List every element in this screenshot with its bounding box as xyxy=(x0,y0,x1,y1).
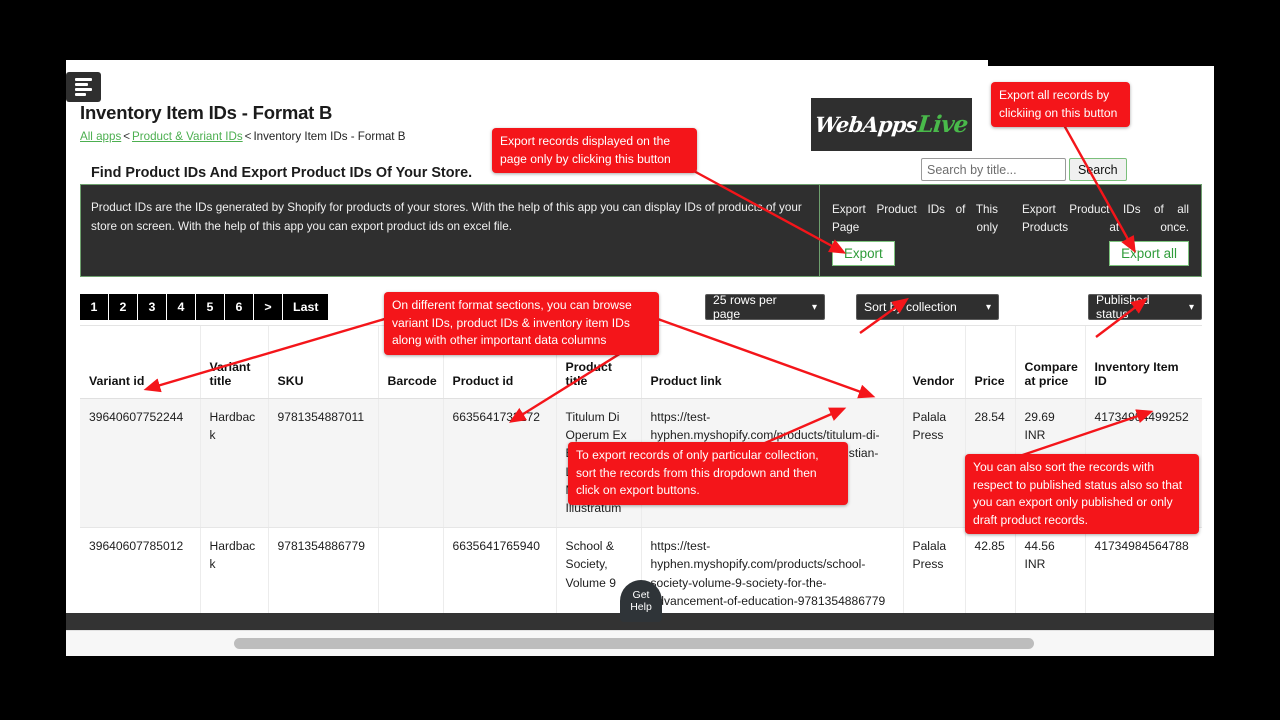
letterbox-top xyxy=(0,0,1280,60)
breadcrumb-separator-2: < xyxy=(244,130,252,143)
cell-variant-title: Hardback xyxy=(200,527,269,621)
webappslive-logo: WebAppsLive xyxy=(811,98,972,151)
get-help-line2: Help xyxy=(630,601,652,613)
breadcrumb-all-apps[interactable]: All apps xyxy=(80,130,121,143)
column-header-product-link[interactable]: Product link xyxy=(641,326,904,399)
scrollbar-thumb[interactable] xyxy=(234,638,1034,649)
letterbox-left xyxy=(0,0,66,720)
annotation-export-page: Export records displayed on the page onl… xyxy=(492,128,697,174)
cell-sku: 9781354886779 xyxy=(268,527,379,621)
rows-per-page-value: 25 rows per page xyxy=(713,293,777,321)
horizontal-scrollbar[interactable] xyxy=(66,630,1214,656)
chevron-down-icon: ▾ xyxy=(811,301,817,313)
column-header-price[interactable]: Price xyxy=(965,326,1016,399)
logo-primary: WebApps xyxy=(813,112,919,137)
cell-variant-id: 39640607752244 xyxy=(80,398,201,528)
page-next-button[interactable]: > xyxy=(254,294,282,320)
hamburger-menu-icon[interactable] xyxy=(66,72,101,102)
annotation-collection: To export records of only particular col… xyxy=(568,442,848,505)
published-status-select[interactable]: Published status ▾ xyxy=(1088,293,1202,321)
export-all-column: Export Product IDs of all Products at on… xyxy=(1010,185,1201,276)
column-header-inventory-item-id[interactable]: Inventory Item ID xyxy=(1085,326,1202,399)
page-button-3[interactable]: 3 xyxy=(138,294,166,320)
column-header-sku[interactable]: SKU xyxy=(268,326,379,399)
cell-price: 42.85 xyxy=(965,527,1016,621)
banner-description: Product IDs are the IDs generated by Sho… xyxy=(91,201,802,233)
search-button[interactable]: Search xyxy=(1069,158,1127,181)
breadcrumb: All apps < Product & Variant IDs < Inventory… xyxy=(80,130,405,143)
cell-barcode xyxy=(378,398,444,528)
logo-accent: Live xyxy=(916,111,970,138)
sort-by-collection-select[interactable]: Sort by collection ▾ xyxy=(856,294,999,320)
cell-product-link[interactable]: https://test-hyphen.myshopify.com/produc… xyxy=(641,527,904,621)
page-button-1[interactable]: 1 xyxy=(80,294,108,320)
breadcrumb-current: Inventory Item IDs - Format B xyxy=(253,130,406,143)
rows-per-page-select[interactable]: 25 rows per page ▾ xyxy=(705,293,825,321)
chevron-down-icon: ▾ xyxy=(985,301,991,313)
page-subheading: Find Product IDs And Export Product IDs … xyxy=(91,165,473,181)
export-button[interactable]: Export xyxy=(832,241,895,266)
page-button-4[interactable]: 4 xyxy=(167,294,195,320)
cell-product-id: 6635641733172 xyxy=(443,398,557,528)
window-corner-mask xyxy=(988,60,1214,66)
cell-variant-id: 39640607785012 xyxy=(80,527,201,621)
cell-variant-title: Hardback xyxy=(200,398,269,528)
info-banner: Product IDs are the IDs generated by Sho… xyxy=(80,184,1202,277)
letterbox-right xyxy=(1214,0,1280,720)
export-all-caption: Export Product IDs of all Products at on… xyxy=(1022,203,1189,234)
get-help-line1: Get xyxy=(632,588,650,601)
search-area: Search xyxy=(921,158,1127,181)
published-status-value: Published status xyxy=(1096,293,1150,321)
column-header-variant-title[interactable]: Variant title xyxy=(200,326,269,399)
search-input[interactable] xyxy=(921,158,1066,181)
export-page-caption: Export Product IDs of This Page only xyxy=(832,203,998,234)
cell-product-id: 6635641765940 xyxy=(443,527,557,621)
column-header-vendor[interactable]: Vendor xyxy=(903,326,966,399)
banner-export-area: Export Product IDs of This Page only Exp… xyxy=(820,185,1201,276)
annotation-published: You can also sort the records with respe… xyxy=(965,454,1199,535)
hamburger-bars xyxy=(75,75,92,98)
annotation-formats: On different format sections, you can br… xyxy=(384,292,659,355)
page-button-2[interactable]: 2 xyxy=(109,294,137,320)
cell-compare-at-price: 44.56 INR xyxy=(1015,527,1086,621)
column-header-variant-id[interactable]: Variant id xyxy=(80,326,201,399)
cell-vendor: Palala Press xyxy=(903,527,966,621)
cell-inventory-item-id: 41734984564788 xyxy=(1085,527,1202,621)
annotation-export-all: Export all records by clickiing on this … xyxy=(991,82,1130,128)
page-button-6[interactable]: 6 xyxy=(225,294,253,320)
breadcrumb-separator-1: < xyxy=(123,130,131,143)
export-all-button[interactable]: Export all xyxy=(1109,241,1189,266)
page-last-button[interactable]: Last xyxy=(283,294,329,320)
letterbox-bottom xyxy=(0,656,1280,720)
sort-by-value: Sort by collection xyxy=(864,300,957,314)
cell-vendor: Palala Press xyxy=(903,398,966,528)
logo-text: WebAppsLive xyxy=(814,111,969,138)
cell-barcode xyxy=(378,527,444,621)
page-button-5[interactable]: 5 xyxy=(196,294,224,320)
banner-description-area: Product IDs are the IDs generated by Sho… xyxy=(81,185,819,276)
page-title: Inventory Item IDs - Format B xyxy=(80,102,333,123)
breadcrumb-parent[interactable]: Product & Variant IDs xyxy=(132,130,243,143)
get-help-button[interactable]: Get Help xyxy=(620,580,662,622)
pagination: 1 2 3 4 5 6 > Last xyxy=(80,294,329,320)
export-page-column: Export Product IDs of This Page only Exp… xyxy=(820,185,1010,276)
cell-sku: 9781354887011 xyxy=(268,398,379,528)
column-header-compare-at-price[interactable]: Compare at price xyxy=(1015,326,1086,399)
chevron-down-icon: ▾ xyxy=(1188,301,1194,313)
